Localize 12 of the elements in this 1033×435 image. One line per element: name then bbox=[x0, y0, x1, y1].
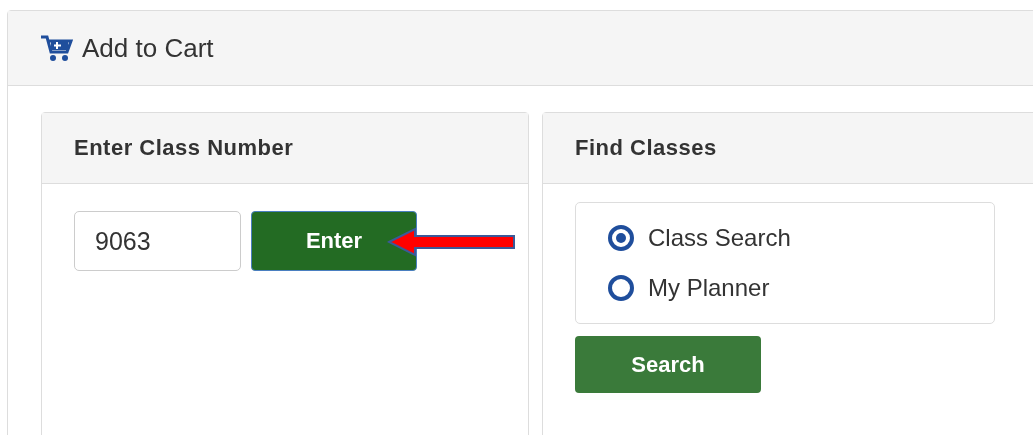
card-title: Find Classes bbox=[575, 135, 717, 161]
cart-icon bbox=[40, 34, 74, 62]
radio-label: My Planner bbox=[648, 274, 770, 302]
radio-button[interactable] bbox=[608, 225, 634, 251]
class-number-field[interactable]: 9063 bbox=[74, 211, 241, 271]
radio-button[interactable] bbox=[608, 275, 634, 301]
radio-label: Class Search bbox=[648, 224, 791, 252]
search-button[interactable]: Search bbox=[575, 336, 761, 393]
arrow-icon bbox=[387, 227, 517, 257]
panel-title: Add to Cart bbox=[82, 32, 214, 64]
card-title: Enter Class Number bbox=[74, 135, 294, 161]
enter-button[interactable]: Enter bbox=[251, 211, 417, 271]
